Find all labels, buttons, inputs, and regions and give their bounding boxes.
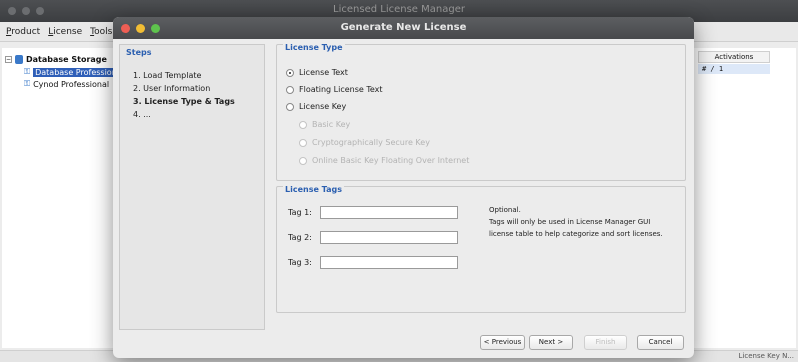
license-tags-heading: License Tags	[283, 185, 344, 194]
tag-2-label: Tag 2:	[288, 233, 312, 242]
key-icon: ⚿	[24, 79, 31, 88]
step-item: 1. Load Template	[133, 71, 202, 80]
menu-license[interactable]: License	[48, 27, 82, 37]
tree-root-row[interactable]: − Database Storage	[5, 55, 107, 64]
activations-cell[interactable]: # / 1	[698, 64, 770, 74]
step-item: 4. ...	[133, 110, 151, 119]
tags-note-title: Optional.	[489, 206, 521, 214]
radio-button-selected[interactable]	[286, 68, 294, 77]
tag-3-label: Tag 3:	[288, 258, 312, 267]
radio-online-basic-key[interactable]: Online Basic Key Floating Over Internet	[299, 156, 469, 165]
radio-label: Cryptographically Secure Key	[312, 138, 430, 147]
radio-button[interactable]	[286, 85, 294, 94]
radio-button-disabled[interactable]	[299, 156, 307, 165]
license-table: Activations # / 1	[692, 48, 796, 348]
main-window-title: Licensed License Manager	[333, 4, 465, 15]
tags-note-line-2: license table to help categorize and sor…	[489, 230, 663, 238]
radio-label: License Key	[299, 102, 347, 111]
dialog-title: Generate New License	[340, 22, 467, 33]
generate-license-dialog: Generate New License Steps 1. Load Templ…	[113, 17, 694, 358]
dialog-titlebar: Generate New License	[113, 17, 694, 39]
tag-2-input[interactable]	[320, 231, 458, 244]
radio-label: License Text	[299, 68, 348, 77]
radio-button[interactable]	[286, 102, 294, 111]
tree-item-label: Cynod Professional	[33, 79, 110, 89]
step-item-current: 3. License Type & Tags	[133, 97, 235, 106]
radio-label: Floating License Text	[299, 85, 383, 94]
license-type-heading: License Type	[283, 43, 345, 52]
steps-heading: Steps	[126, 48, 152, 57]
status-text: License Key N...	[738, 352, 794, 360]
database-icon	[15, 55, 23, 64]
radio-label: Basic Key	[312, 120, 351, 129]
radio-floating-license-text[interactable]: Floating License Text	[286, 85, 383, 94]
next-button[interactable]: Next >	[529, 335, 573, 350]
tree-item-label: Database Professional	[33, 67, 126, 77]
tree-item-cynod-professional[interactable]: ⚿ Cynod Professional	[24, 79, 109, 89]
tag-3-input[interactable]	[320, 256, 458, 269]
license-tags-group: License Tags Tag 1: Tag 2: Tag 3: Option…	[276, 185, 686, 313]
product-tree: − Database Storage ⚿ Database Profession…	[2, 48, 126, 348]
cancel-button[interactable]: Cancel	[637, 335, 684, 350]
tags-note-line-1: Tags will only be used in License Manage…	[489, 218, 651, 226]
radio-crypto-secure-key[interactable]: Cryptographically Secure Key	[299, 138, 430, 147]
tag-1-input[interactable]	[320, 206, 458, 219]
step-item: 2. User Information	[133, 84, 211, 93]
collapse-icon[interactable]: −	[5, 56, 12, 63]
tag-1-label: Tag 1:	[288, 208, 312, 217]
finish-button[interactable]: Finish	[584, 335, 627, 350]
radio-license-text[interactable]: License Text	[286, 68, 348, 77]
radio-button-disabled[interactable]	[299, 138, 307, 147]
key-icon: ⚿	[24, 67, 31, 76]
steps-panel: Steps 1. Load Template 2. User Informati…	[119, 44, 265, 330]
tree-root-label: Database Storage	[26, 55, 107, 64]
activations-column-header[interactable]: Activations	[698, 51, 770, 63]
menu-tools[interactable]: Tools	[90, 27, 112, 37]
previous-button[interactable]: < Previous	[480, 335, 525, 350]
tree-item-database-professional[interactable]: ⚿ Database Professional	[24, 67, 126, 77]
license-type-group: License Type License Text Floating Licen…	[276, 43, 686, 181]
menu-product[interactable]: Product	[6, 27, 40, 37]
radio-license-key[interactable]: License Key	[286, 102, 346, 111]
radio-basic-key[interactable]: Basic Key	[299, 120, 350, 129]
radio-label: Online Basic Key Floating Over Internet	[312, 156, 470, 165]
radio-button-disabled[interactable]	[299, 120, 307, 129]
